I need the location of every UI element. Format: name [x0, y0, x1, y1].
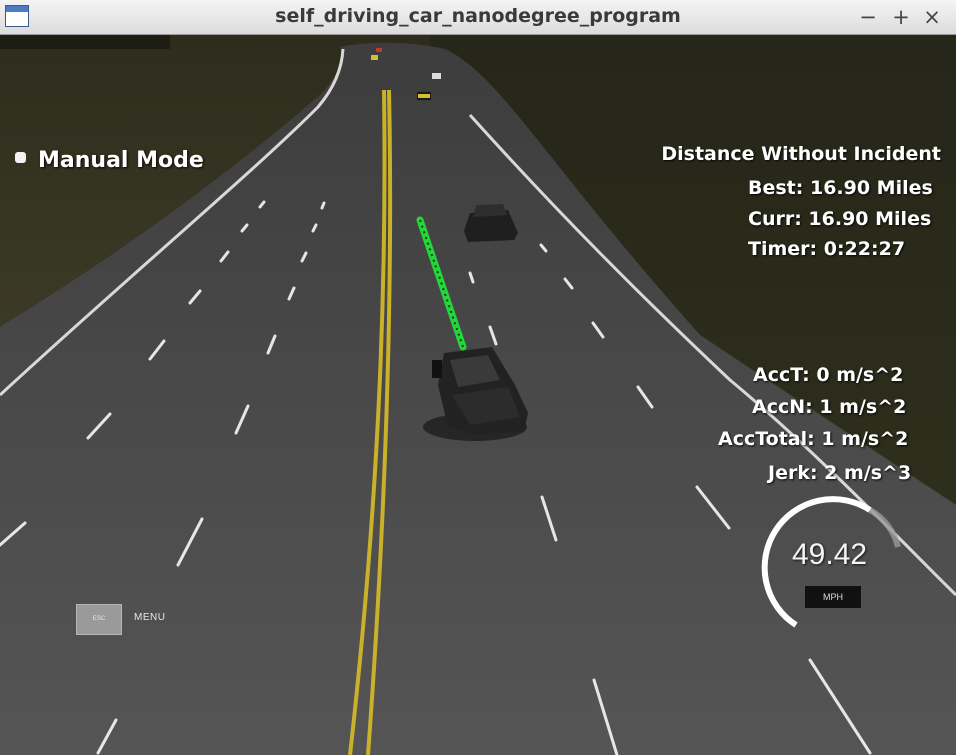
other-car-far-3: [371, 55, 378, 60]
title-bar[interactable]: self_driving_car_nanodegree_program − + …: [0, 0, 956, 35]
minimize-button[interactable]: −: [856, 4, 880, 30]
jerk: Jerk: 2 m/s^3: [768, 462, 912, 484]
esc-button[interactable]: ESC: [76, 604, 122, 635]
mode-label: Manual Mode: [38, 148, 204, 173]
other-car-far-2: [432, 73, 441, 79]
simulator-viewport[interactable]: Manual Mode Distance Without Incident Be…: [0, 35, 956, 755]
simulator-window: self_driving_car_nanodegree_program − + …: [0, 0, 956, 755]
speed-unit: MPH: [805, 586, 861, 608]
mode-indicator-icon: [15, 152, 26, 163]
other-car-far-4: [376, 48, 382, 52]
other-car-far-1-light: [418, 94, 430, 98]
window-title: self_driving_car_nanodegree_program: [275, 5, 681, 27]
maximize-button[interactable]: +: [889, 4, 913, 30]
tree-line: [0, 35, 170, 49]
acc-t: AccT: 0 m/s^2: [753, 364, 904, 386]
acc-total: AccTotal: 1 m/s^2: [718, 428, 909, 450]
best-distance: Best: 16.90 Miles: [748, 177, 933, 199]
distance-title: Distance Without Incident: [661, 143, 941, 165]
acc-n: AccN: 1 m/s^2: [752, 396, 907, 418]
menu-label[interactable]: MENU: [134, 612, 165, 623]
close-button[interactable]: ×: [920, 4, 944, 30]
speed-value: 49.42: [792, 538, 868, 571]
timer: Timer: 0:22:27: [748, 238, 906, 260]
current-distance: Curr: 16.90 Miles: [748, 208, 932, 230]
